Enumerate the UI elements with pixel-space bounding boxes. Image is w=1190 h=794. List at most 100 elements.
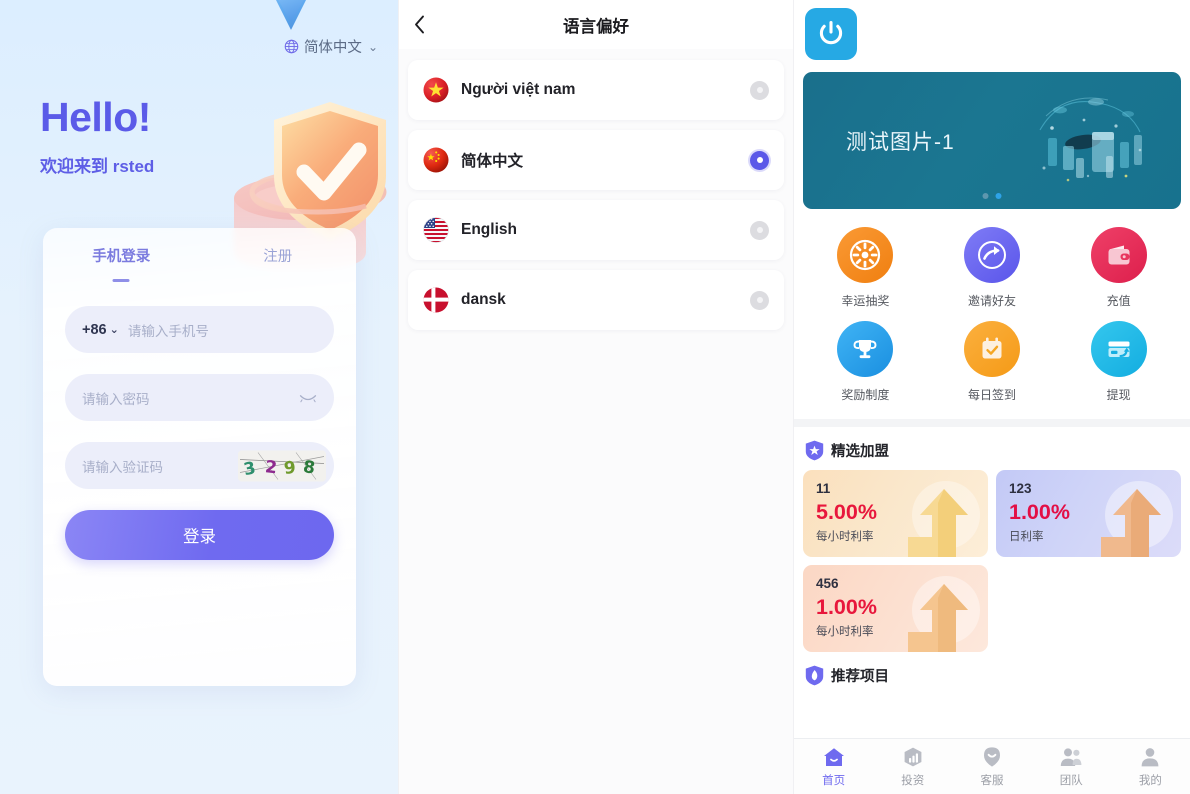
app-logo[interactable] [805,8,857,60]
globe-icon [284,39,299,54]
featured-card-rate: 5.00% [816,500,877,524]
flag-denmark-icon [423,287,449,313]
nav-item-profile[interactable]: 我的 [1111,745,1190,788]
featured-card-subtitle: 每小时利率 [816,531,874,543]
quick-action-lottery[interactable]: 幸运抽奖 [802,227,929,309]
language-option-label: 简体中文 [461,153,524,170]
phone-field-row[interactable]: +86 ⌄ 请输入手机号 [65,306,334,353]
banner-dot-active[interactable] [995,193,1002,199]
recommended-section-header: 推荐项目 [794,652,1190,695]
featured-card[interactable]: 456 1.00% 每小时利率 [803,565,988,652]
quick-action-label: 每日签到 [967,388,1016,402]
featured-card[interactable]: 123 1.00% 日利率 [996,470,1181,557]
home-header [794,0,1190,66]
shield-star-icon [805,440,824,461]
tab-phone-login-label: 手机登录 [92,248,151,265]
support-icon [984,747,1000,767]
language-radio-unselected[interactable] [750,80,769,100]
quick-action-recharge[interactable]: 充值 [1055,227,1182,309]
language-header: 语言偏好 [399,0,793,49]
welcome-subheading: 欢迎来到 rsted [40,157,155,177]
captcha-input-placeholder[interactable]: 请输入验证码 [82,456,163,476]
flag-china-icon [423,147,449,173]
featured-card-name: 456 [816,576,839,591]
investment-icon [904,747,922,767]
nav-item-support[interactable]: 客服 [952,745,1031,788]
quick-action-label: 充值 [1106,294,1131,308]
flag-vietnam-icon [423,77,449,103]
password-field-row[interactable]: 请输入密码 [65,374,334,421]
profile-icon [1142,748,1159,767]
nav-item-team[interactable]: 团队 [1032,745,1111,788]
home-panel: 测试图片-1 幸运抽奖 邀请好友 充值 奖励制度 每日签到 提现 精选加盟 11… [793,0,1190,794]
country-code-selector[interactable]: +86 ⌄ [82,322,119,338]
featured-card-name: 123 [1009,481,1032,496]
password-input-placeholder[interactable]: 请输入密码 [82,388,150,408]
quick-action-label: 邀请好友 [967,294,1016,308]
language-switcher-label: 简体中文 [303,40,362,56]
power-icon [819,20,843,45]
eye-closed-icon[interactable] [299,392,317,404]
tab-register[interactable]: 注册 [200,228,357,272]
featured-cards-grid: 11 5.00% 每小时利率 123 1.00% 日利率 456 1.00% 每… [794,470,1190,652]
language-switcher[interactable]: 简体中文 ⌄ [284,36,378,57]
phone-input-placeholder[interactable]: 请输入手机号 [128,320,209,340]
quick-action-daily-checkin[interactable]: 每日签到 [929,321,1056,403]
nav-item-label: 客服 [980,775,1004,787]
captcha-field-row[interactable]: 请输入验证码 3 2 9 8 [65,442,334,489]
language-option-danish[interactable]: dansk [408,270,784,330]
team-icon [1061,748,1082,766]
language-radio-unselected[interactable] [750,220,769,240]
language-option-label: Người việt nam [461,81,576,98]
featured-card[interactable]: 11 5.00% 每小时利率 [803,470,988,557]
banner-pagination-dots [982,193,1002,199]
flag-usa-icon [423,217,449,243]
language-option-label: dansk [461,291,506,308]
quick-action-withdraw[interactable]: 提现 [1055,321,1182,403]
language-radio-selected[interactable] [750,150,769,170]
language-list: Người việt nam 简体中文 English dansk [399,49,793,330]
calendar-check-icon [963,321,1020,377]
nav-item-label: 团队 [1059,775,1083,787]
three-panel-screenshot: 简体中文 ⌄ Hello! 欢迎来到 rsted 手机登录 注册 +86 ⌄ 请… [0,0,1190,794]
nav-item-home[interactable]: 首页 [794,745,873,788]
nav-item-label: 投资 [901,775,925,787]
recommended-section-title: 推荐项目 [831,669,889,685]
language-option-label: English [461,221,517,238]
nav-item-label: 首页 [822,775,846,787]
language-option-vietnamese[interactable]: Người việt nam [408,60,784,120]
login-panel: 简体中文 ⌄ Hello! 欢迎来到 rsted 手机登录 注册 +86 ⌄ 请… [0,0,398,794]
quick-action-rewards[interactable]: 奖励制度 [802,321,929,403]
login-card: 手机登录 注册 +86 ⌄ 请输入手机号 请输入密码 请输入验证码 3 2 9 … [43,228,356,686]
login-tabs: 手机登录 注册 [43,228,357,282]
featured-card-subtitle: 每小时利率 [816,626,874,638]
login-fields: +86 ⌄ 请输入手机号 请输入密码 请输入验证码 3 2 9 8 [43,272,356,489]
svg-text:9: 9 [283,457,297,478]
login-submit-button[interactable]: 登录 [65,510,334,560]
promo-banner[interactable]: 测试图片-1 [803,72,1181,209]
captcha-image[interactable]: 3 2 9 8 [238,450,326,481]
featured-card-subtitle: 日利率 [1009,531,1044,543]
language-option-simplified-chinese[interactable]: 简体中文 [408,130,784,190]
language-option-english[interactable]: English [408,200,784,260]
banner-dot[interactable] [982,193,989,199]
quick-action-invite[interactable]: 邀请好友 [929,227,1056,309]
tab-active-underline [112,279,130,282]
nav-item-investment[interactable]: 投资 [873,745,952,788]
hero-text-block: Hello! 欢迎来到 rsted [40,95,155,177]
tab-phone-login[interactable]: 手机登录 [43,228,200,282]
country-code-value: +86 [82,321,107,338]
chevron-down-icon: ⌄ [109,324,119,336]
page-title: 语言偏好 [563,17,629,36]
nav-item-label: 我的 [1138,775,1162,787]
featured-card-rate: 1.00% [816,595,877,619]
shield-flame-icon [805,665,824,686]
featured-section-title: 精选加盟 [831,444,889,460]
trophy-icon [837,321,894,377]
withdraw-card-icon [1090,321,1147,377]
language-radio-unselected[interactable] [750,290,769,310]
chevron-down-icon: ⌄ [367,39,378,54]
quick-actions-grid: 幸运抽奖 邀请好友 充值 奖励制度 每日签到 提现 [794,209,1190,417]
featured-card-name: 11 [816,481,831,496]
banner-title: 测试图片-1 [846,130,955,154]
